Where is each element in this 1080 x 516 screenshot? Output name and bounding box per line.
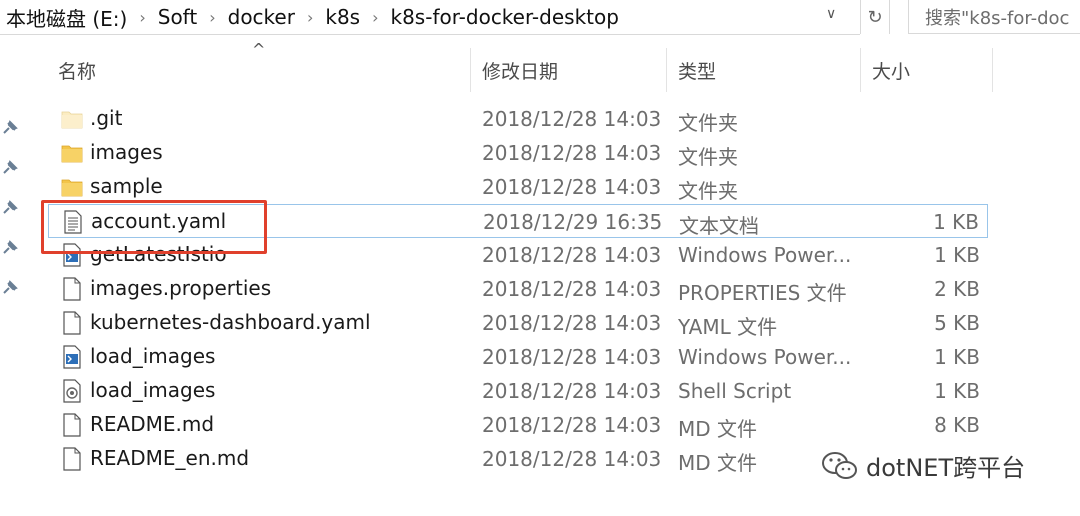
file-row[interactable]: images.properties 2018/12/28 14:03 PROPERT… bbox=[48, 272, 988, 306]
file-name: sample bbox=[90, 174, 163, 198]
file-type: Shell Script bbox=[678, 379, 792, 403]
file-size: 5 KB bbox=[934, 311, 980, 335]
blank-file-icon bbox=[60, 446, 84, 472]
breadcrumb-separator[interactable]: › bbox=[301, 8, 319, 27]
file-type: MD 文件 bbox=[678, 417, 758, 441]
pin-icon[interactable] bbox=[0, 158, 20, 178]
pin-icon[interactable] bbox=[0, 118, 20, 138]
column-type[interactable]: 类型 bbox=[668, 48, 860, 92]
file-list: .git 2018/12/28 14:03 文件夹 images 2018/12/28 … bbox=[48, 102, 988, 476]
breadcrumb-k8s[interactable]: k8s bbox=[319, 5, 366, 29]
file-name: images bbox=[90, 140, 163, 164]
breadcrumb-separator[interactable]: › bbox=[203, 8, 221, 27]
address-dropdown-icon[interactable]: ∨ bbox=[826, 6, 836, 22]
column-name-label: 名称 bbox=[58, 60, 97, 83]
folder-icon bbox=[60, 174, 84, 200]
column-divider[interactable] bbox=[666, 48, 667, 92]
search-placeholder: 搜索"k8s-for-doc bbox=[925, 7, 1070, 29]
file-row[interactable]: sample 2018/12/28 14:03 文件夹 bbox=[48, 170, 988, 204]
column-date[interactable]: 修改日期 bbox=[472, 48, 666, 92]
file-name: kubernetes-dashboard.yaml bbox=[90, 310, 371, 334]
file-size: 1 KB bbox=[934, 243, 980, 267]
file-row[interactable]: load_images 2018/12/28 14:03 Windows Power… bbox=[48, 340, 988, 374]
breadcrumb-docker[interactable]: docker bbox=[222, 5, 301, 29]
file-size: 1 KB bbox=[934, 379, 980, 403]
file-name: .git bbox=[90, 106, 123, 130]
pin-icon[interactable] bbox=[0, 238, 20, 258]
file-type: 文本文档 bbox=[679, 214, 759, 238]
file-type: PROPERTIES 文件 bbox=[678, 281, 847, 305]
file-modified-date: 2018/12/28 14:03 bbox=[482, 345, 662, 369]
highlight-annotation bbox=[41, 200, 267, 254]
file-type: YAML 文件 bbox=[678, 315, 778, 339]
file-modified-date: 2018/12/28 14:03 bbox=[482, 277, 662, 301]
watermark: dotNET跨平台 bbox=[820, 448, 1025, 483]
file-modified-date: 2018/12/28 14:03 bbox=[482, 243, 662, 267]
column-divider[interactable] bbox=[860, 48, 861, 92]
wechat-icon bbox=[822, 451, 857, 479]
powershell-file-icon bbox=[60, 344, 84, 370]
breadcrumb-drive[interactable]: 本地磁盘 (E:) bbox=[0, 3, 133, 32]
file-name: load_images bbox=[90, 344, 216, 368]
file-modified-date: 2018/12/28 14:03 bbox=[482, 141, 662, 165]
blank-file-icon bbox=[60, 276, 84, 302]
shell-script-icon bbox=[60, 378, 84, 404]
file-size: 1 KB bbox=[933, 210, 979, 234]
refresh-button[interactable]: ↻ bbox=[860, 0, 890, 34]
refresh-icon: ↻ bbox=[867, 6, 883, 28]
column-name[interactable]: 名称 bbox=[48, 48, 470, 92]
file-type: 文件夹 bbox=[678, 111, 738, 135]
breadcrumb-current-folder[interactable]: k8s-for-docker-desktop bbox=[385, 5, 625, 29]
column-size-label: 大小 bbox=[872, 60, 911, 83]
file-modified-date: 2018/12/28 14:03 bbox=[482, 413, 662, 437]
file-type: Windows Power... bbox=[678, 345, 852, 369]
file-type: 文件夹 bbox=[678, 179, 738, 203]
column-type-label: 类型 bbox=[678, 60, 717, 83]
file-modified-date: 2018/12/28 14:03 bbox=[482, 379, 662, 403]
folder-icon bbox=[60, 140, 84, 166]
file-row[interactable]: kubernetes-dashboard.yaml 2018/12/28 14:0… bbox=[48, 306, 988, 340]
search-input[interactable]: 搜索"k8s-for-doc bbox=[908, 0, 1080, 34]
blank-file-icon bbox=[60, 310, 84, 336]
column-divider[interactable] bbox=[992, 48, 993, 92]
file-modified-date: 2018/12/28 14:03 bbox=[482, 175, 662, 199]
column-size[interactable]: 大小 bbox=[862, 48, 992, 92]
file-name: images.properties bbox=[90, 276, 272, 300]
file-modified-date: 2018/12/28 14:03 bbox=[482, 447, 662, 471]
folder-light-icon bbox=[60, 106, 84, 132]
file-row[interactable]: images 2018/12/28 14:03 文件夹 bbox=[48, 136, 988, 170]
column-header: ^ 名称 修改日期 类型 大小 bbox=[0, 40, 1000, 92]
pin-icon[interactable] bbox=[0, 278, 20, 298]
breadcrumb-soft[interactable]: Soft bbox=[152, 5, 203, 29]
file-modified-date: 2018/12/28 14:03 bbox=[482, 311, 662, 335]
file-row[interactable]: load_images 2018/12/28 14:03 Shell Script 1… bbox=[48, 374, 988, 408]
column-divider[interactable] bbox=[470, 48, 471, 92]
file-modified-date: 2018/12/29 16:35 bbox=[483, 210, 663, 234]
file-name: load_images bbox=[90, 378, 216, 402]
file-size: 2 KB bbox=[934, 277, 980, 301]
file-type: Windows Power... bbox=[678, 243, 852, 267]
file-row[interactable]: README.md 2018/12/28 14:03 MD 文件 8 KB bbox=[48, 408, 988, 442]
blank-file-icon bbox=[60, 412, 84, 438]
column-date-label: 修改日期 bbox=[482, 60, 559, 83]
file-row[interactable]: .git 2018/12/28 14:03 文件夹 bbox=[48, 102, 988, 136]
breadcrumb-separator[interactable]: › bbox=[366, 8, 384, 27]
pin-icon[interactable] bbox=[0, 198, 20, 218]
breadcrumb-separator[interactable]: › bbox=[133, 8, 151, 27]
file-type: 文件夹 bbox=[678, 145, 738, 169]
file-size: 8 KB bbox=[934, 413, 980, 437]
address-bar[interactable]: 本地磁盘 (E:) › Soft › docker › k8s › k8s-fo… bbox=[0, 0, 860, 35]
file-name: README.md bbox=[90, 412, 215, 436]
watermark-text: dotNET跨平台 bbox=[866, 454, 1026, 482]
file-modified-date: 2018/12/28 14:03 bbox=[482, 107, 662, 131]
file-type: MD 文件 bbox=[678, 451, 758, 475]
file-name: README_en.md bbox=[90, 446, 250, 470]
file-size: 1 KB bbox=[934, 345, 980, 369]
